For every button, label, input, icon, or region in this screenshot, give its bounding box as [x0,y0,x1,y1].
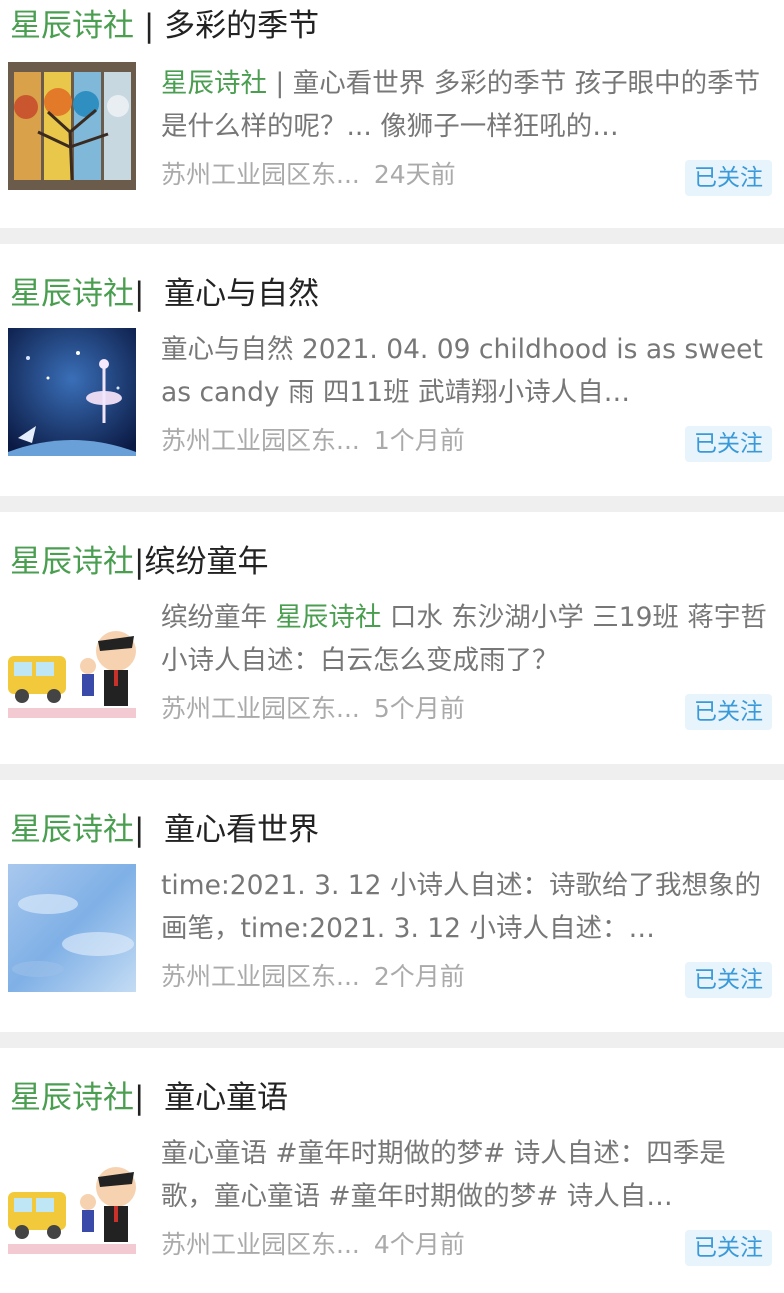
seasons-tree-icon[interactable] [8,62,136,190]
school-bus-kids-icon[interactable] [8,596,136,724]
location-text: 苏州工业园区东... [161,160,360,189]
title-brand: 星辰诗社 [10,1080,134,1116]
title-text: | 多彩的季节 [134,8,320,44]
article-meta: 苏州工业园区东... 1个月前 [161,421,465,461]
follow-button[interactable]: 已关注 [685,694,772,730]
article-title[interactable]: 星辰诗社|缤纷童年 [0,512,784,582]
article-snippet: time:2021. 3. 12 小诗人自述：诗歌给了我想象的画笔，time:2… [161,864,772,950]
article-snippet: 星辰诗社 | 童心看世界 多彩的季节 孩子眼中的季节是什么样的呢？... 像狮子… [161,62,772,148]
snippet-brand: 星辰诗社 [161,68,267,99]
follow-button[interactable]: 已关注 [685,962,772,998]
separator [0,764,784,780]
snippet-brand: 星辰诗社 [275,602,382,633]
article-title[interactable]: 星辰诗社| 童心看世界 [0,780,784,850]
follow-button[interactable]: 已关注 [685,426,772,462]
title-text: | 童心看世界 [134,812,320,848]
article-title[interactable]: 星辰诗社 | 多彩的季节 [0,0,784,46]
separator [0,228,784,244]
watercolor-sky-icon[interactable] [8,864,136,992]
snippet-text: 缤纷童年 [161,602,276,633]
article-card[interactable]: 星辰诗社 | 多彩的季节 星辰诗社 | 童心看世界 多彩的季节 孩子眼中的季节是… [0,0,784,228]
time-text: 5个月前 [373,694,465,723]
location-text: 苏州工业园区东... [161,1230,360,1259]
article-title[interactable]: 星辰诗社| 童心与自然 [0,244,784,314]
title-text: | 童心童语 [134,1080,289,1116]
time-text: 1个月前 [373,426,465,455]
article-card[interactable]: 星辰诗社| 童心童语 童心童语 #童年时期做的梦# 诗人自述：四季是歌，童心童语… [0,1048,784,1293]
separator [0,1032,784,1048]
location-text: 苏州工业园区东... [161,694,360,723]
article-card[interactable]: 星辰诗社| 童心看世界 time:2021. 3. 12 小诗人自述：诗歌给了我… [0,780,784,1032]
school-bus-kids-icon[interactable] [8,1132,136,1260]
article-snippet: 缤纷童年 星辰诗社 口水 东沙湖小学 三19班 蒋宇哲 小诗人自述：白云怎么变成… [161,596,772,682]
article-title[interactable]: 星辰诗社| 童心童语 [0,1048,784,1118]
snippet-text: 童心与自然 2021. 04. 09 childhood is as sweet… [161,334,763,408]
article-meta: 苏州工业园区东... 4个月前 [161,1225,465,1265]
location-text: 苏州工业园区东... [161,426,360,455]
title-text: | 童心与自然 [134,276,320,312]
follow-button[interactable]: 已关注 [685,1230,772,1266]
location-text: 苏州工业园区东... [161,962,360,991]
title-brand: 星辰诗社 [10,812,134,848]
article-meta: 苏州工业园区东... 24天前 [161,155,456,195]
time-text: 2个月前 [373,962,465,991]
title-brand: 星辰诗社 [10,276,134,312]
separator [0,496,784,512]
snippet-text: 童心童语 #童年时期做的梦# 诗人自述：四季是歌，童心童语 #童年时期做的梦# … [161,1138,726,1212]
article-meta: 苏州工业园区东... 2个月前 [161,957,465,997]
title-text: |缤纷童年 [134,544,269,580]
follow-button[interactable]: 已关注 [685,160,772,196]
article-card[interactable]: 星辰诗社| 童心与自然 童心与自然 2021. 04. 09 childhood… [0,244,784,496]
title-brand: 星辰诗社 [10,8,134,44]
article-meta: 苏州工业园区东... 5个月前 [161,689,465,729]
article-card[interactable]: 星辰诗社|缤纷童年 缤纷童年 星辰诗社 口水 东沙湖小学 三19班 蒋宇哲 小诗… [0,512,784,764]
article-snippet: 童心与自然 2021. 04. 09 childhood is as sweet… [161,328,772,414]
article-snippet: 童心童语 #童年时期做的梦# 诗人自述：四季是歌，童心童语 #童年时期做的梦# … [161,1132,772,1218]
time-text: 24天前 [373,160,456,189]
snippet-text: time:2021. 3. 12 小诗人自述：诗歌给了我想象的画笔，time:2… [161,870,761,944]
time-text: 4个月前 [373,1230,465,1259]
title-brand: 星辰诗社 [10,544,134,580]
night-sky-dancer-icon[interactable] [8,328,136,456]
